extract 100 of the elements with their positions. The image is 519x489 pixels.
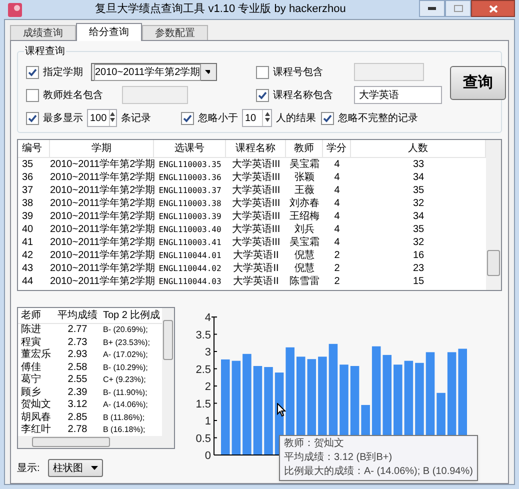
column-header[interactable]: 教师 [286,140,323,157]
table-cell-text: A- (14.06%); [102,399,149,411]
chart-type-dropdown[interactable]: 柱状图 [48,459,103,477]
checkbox[interactable] [321,112,334,124]
checkbox-label: 最多显示 [43,112,83,126]
teacher-name-field[interactable] [122,86,188,104]
axis-tick-label: 1.5 [196,398,211,410]
down-arrow-icon [264,118,270,122]
tab[interactable]: 成绩查询 [10,25,76,40]
column-header[interactable]: 平均成绩 [54,308,101,323]
column-header[interactable]: 编号 [18,140,50,157]
checkbox[interactable] [181,112,194,124]
semester-dropdown[interactable]: 2010~2011学年第2学期 [91,63,217,81]
query-button[interactable]: 查询 [450,66,506,100]
caret-icon [90,466,98,470]
table-cell-text: 贺灿文 [20,399,52,412]
table-cell-text: 吴宝霜 [288,158,320,171]
table-cell-text: 2.78 [66,424,88,436]
table-cell-text: 4 [333,184,341,197]
tooltip-line: 比例最大的成绩：A- (14.06%); B (10.94%) [284,465,473,479]
table-cell: 2010~2011学年第2学期 [50,184,154,197]
table-cell: 2010~2011学年第2学期 [50,262,154,275]
table-cell: 2010~2011学年第2学期 [50,236,154,249]
table-cell-text: ENGL110044.01 [158,250,222,262]
column-header[interactable]: Top 2 比例成 [101,308,157,323]
axis-tick-label: 2.5 [196,364,211,376]
table-cell-text: 大学英语II [232,249,280,262]
table-cell-text: B (11.86%); [102,412,146,424]
tab[interactable]: 参数配置 [142,25,208,40]
column-header[interactable]: 学期 [50,140,154,157]
table-cell-text: B- (10.29%); [102,362,149,374]
table-cell-text: 16 [412,249,426,262]
table-cell-text: 2.39 [66,386,88,399]
table-cell-text: 程寅 [20,336,42,348]
table-cell-text: 34 [412,171,426,184]
tab[interactable]: 给分查询 [76,23,142,41]
table-cell: 2010~2011学年第2学期 [50,158,154,171]
table-cell-text: 3.12 [66,399,88,412]
checkbox[interactable] [26,112,39,124]
table-cell-text: 大学英语III [230,210,282,223]
table-cell-text: 陈进 [20,324,42,336]
scrollbar[interactable] [486,140,501,290]
table-cell-text: 2 [333,262,341,275]
course-name-field[interactable]: 大学英语 [354,86,442,104]
table-cell-text: B+ (23.53%); [102,336,151,349]
axis-tick-label: 0.5 [196,432,211,445]
table-cell-text: 33 [412,158,426,171]
table-cell-text: 36 [21,171,34,184]
table-cell-text: 大学英语III [230,197,282,210]
column-header[interactable]: 选课号 [154,140,226,157]
down-arrow-icon [110,118,116,122]
table-cell-text: ENGL110003.37 [158,185,222,197]
axis-tick-label: 2 [204,381,211,393]
scrollbar[interactable] [18,436,174,448]
tooltip-line: 平均成绩：3.12 (B到B+) [284,451,394,465]
checkbox[interactable] [26,66,39,78]
table-cell: 2010~2011学年第2学期 [50,171,154,184]
column-header[interactable]: 课程名称 [226,140,286,157]
minimize-button[interactable] [419,0,445,17]
table-cell-text: ENGL110003.36 [158,172,222,184]
table-cell-text: 4 [333,158,341,171]
table-cell-text: 2.55 [66,374,88,386]
app-icon [8,2,22,16]
table-cell-text: 2 [333,249,341,262]
axis-tick-label: 0 [204,450,211,462]
table-cell-text: 倪慧 [294,262,316,275]
table-cell-text: ENGL110044.02 [158,263,222,275]
table-cell-text: ENGL110003.41 [158,237,222,249]
checkbox[interactable] [256,88,269,102]
close-button[interactable] [471,0,515,17]
table-cell-text: 倪慧 [294,249,316,262]
course-number-field[interactable] [354,63,424,81]
axis-tick-label: 3.5 [196,329,211,342]
checkbox-label: 课程号包含 [273,66,323,80]
table-cell-text: 43 [21,262,34,275]
close-icon [488,4,498,12]
number-spinner[interactable]: 100 [87,109,117,127]
checkbox-label: 指定学期 [43,66,83,80]
checkbox[interactable] [256,66,269,78]
table-cell-text: 张颖 [294,171,316,184]
table-cell-text: 39 [21,210,34,223]
column-header[interactable]: 学分 [323,140,351,157]
checkbox[interactable] [26,88,39,102]
table-cell-text: ENGL110003.38 [158,198,222,210]
column-header[interactable]: 老师 [18,308,54,323]
table-cell-text: 大学英语III [230,184,282,197]
table-cell-text: ENGL110044.03 [158,276,222,288]
scrollbar[interactable] [162,308,174,436]
table-cell-text: ENGL110003.35 [158,159,222,171]
table-cell-text: ENGL110003.40 [158,224,222,236]
table-cell: 2010~2011学年第2学期 [50,275,154,288]
number-spinner[interactable]: 10 [242,109,272,127]
table-cell-text: 32 [412,236,426,249]
table-cell-text: B- (11.90%); [102,386,148,399]
cursor-icon [277,403,286,417]
table-cell-text: 23 [412,262,426,275]
axis-tick-label: 1 [204,416,211,428]
minimize-icon [428,7,436,10]
table-cell-text: 2.77 [66,324,88,336]
table-cell-text: 刘亦春 [288,197,320,210]
